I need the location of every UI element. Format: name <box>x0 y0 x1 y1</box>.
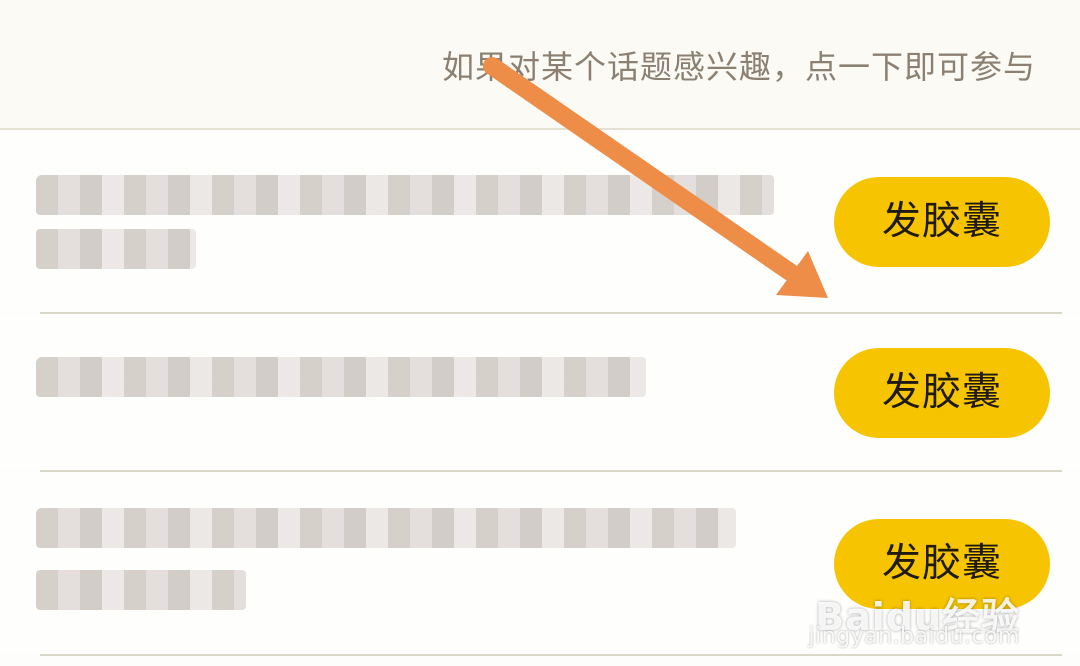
send-capsule-button[interactable]: 发胶囊 <box>834 519 1050 609</box>
participation-hint: 如果对某个话题感兴趣，点一下即可参与 <box>441 48 1036 86</box>
blurred-topic-text <box>36 357 656 417</box>
send-capsule-button[interactable]: 发胶囊 <box>834 177 1050 267</box>
blurred-topic-text <box>36 175 796 285</box>
send-capsule-button[interactable]: 发胶囊 <box>834 348 1050 438</box>
topic-row: 发胶囊 <box>0 130 1080 312</box>
row-divider <box>40 654 1062 656</box>
top-hint-bar: 如果对某个话题感兴趣，点一下即可参与 <box>0 0 1080 130</box>
blurred-topic-text <box>36 508 756 618</box>
topic-row: 发胶囊 <box>0 314 1080 470</box>
topic-row: 发胶囊 <box>0 472 1080 654</box>
